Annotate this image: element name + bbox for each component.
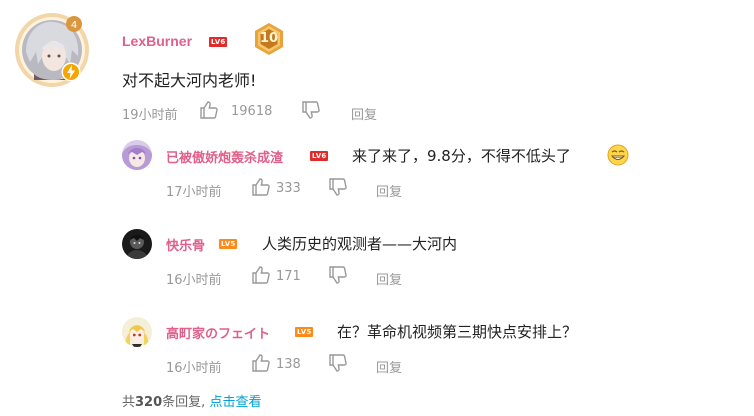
reply-text: 人类历史的观测者——大河内 <box>262 235 458 253</box>
dislike-icon[interactable] <box>328 265 348 285</box>
like-icon[interactable] <box>251 353 271 373</box>
reply-reply-button[interactable]: 回复 <box>376 269 402 288</box>
view-replies-link[interactable]: 点击查看 <box>209 395 261 410</box>
reply-avatar[interactable] <box>122 229 152 259</box>
reply-username[interactable]: 已被傲娇炮轰杀成渣 <box>166 147 283 166</box>
reply-time: 17小时前 <box>166 185 222 200</box>
main-like-count: 19618 <box>231 104 273 119</box>
reply-level-badge: LV6 <box>310 151 329 161</box>
more-replies-suffix: 条回复, <box>162 395 206 410</box>
reply-like-count: 138 <box>276 357 301 372</box>
reply-like-count: 171 <box>276 269 301 284</box>
main-reply-button[interactable]: 回复 <box>351 104 377 123</box>
main-level-badge: LV6 <box>209 37 228 47</box>
reply-count: 320 <box>135 395 163 410</box>
dislike-icon[interactable] <box>328 177 348 197</box>
reply-avatar[interactable] <box>122 317 152 347</box>
like-icon[interactable] <box>251 265 271 285</box>
main-comment-time: 19小时前 <box>122 108 178 123</box>
like-icon[interactable] <box>199 100 219 120</box>
more-replies-prefix: 共 <box>122 395 136 410</box>
emoji-grin-icon <box>607 144 629 166</box>
reply-avatar[interactable] <box>122 140 152 170</box>
dislike-icon[interactable] <box>301 100 321 120</box>
reply-username[interactable]: 高町家のフェイト <box>166 323 270 342</box>
main-comment-text: 对不起大河内老师! <box>122 71 257 90</box>
reply-time: 16小时前 <box>166 361 222 376</box>
medal-number: 10 <box>259 31 279 46</box>
dislike-icon[interactable] <box>328 353 348 373</box>
reply-like-count: 333 <box>276 181 301 196</box>
lightning-badge-icon <box>61 62 81 82</box>
main-username[interactable]: LexBurner <box>122 33 192 49</box>
svg-text:4: 4 <box>71 20 77 31</box>
reply-username[interactable]: 快乐骨 <box>166 235 205 254</box>
reply-level-badge: LV5 <box>219 239 238 249</box>
reply-time: 16小时前 <box>166 273 222 288</box>
reply-level-badge: LV5 <box>295 327 314 337</box>
reply-text: 来了来了，9.8分，不得不低头了 <box>352 147 571 165</box>
reply-reply-button[interactable]: 回复 <box>376 357 402 376</box>
more-replies: 共320条回复, 点击查看 <box>122 391 261 410</box>
reply-reply-button[interactable]: 回复 <box>376 181 402 200</box>
reply-text: 在？革命机视频第三期快点安排上？ <box>337 323 578 341</box>
like-icon[interactable] <box>251 177 271 197</box>
